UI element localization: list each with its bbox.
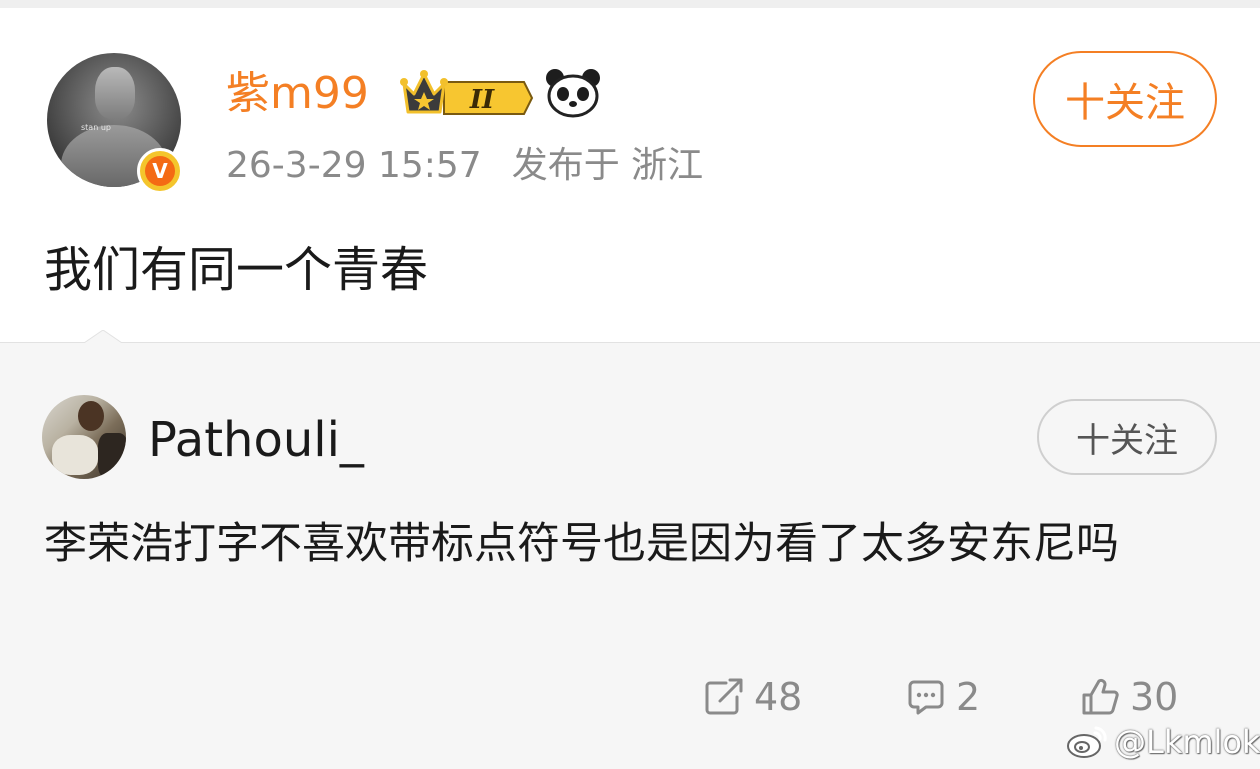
share-button[interactable]: 48 [704,672,802,722]
weibo-logo-icon [1067,726,1107,758]
avatar-shape [98,433,126,479]
post-timestamp: 26-3-29 15:57 [226,145,482,186]
like-button[interactable]: 30 [1080,672,1178,722]
verified-v-icon: V [137,148,183,194]
action-bar: 48 2 30 [0,672,1260,722]
post-content: 我们有同一个青春 [44,242,429,298]
watermark: @Lkmlok [1066,720,1260,764]
follow-button-repost[interactable]: 十关注 [1037,399,1217,475]
avatar-shape [52,435,98,475]
like-count: 30 [1130,675,1179,719]
crown-level-icon: II [400,70,534,115]
share-icon [705,678,743,715]
comment-button[interactable]: 2 [906,672,980,722]
avatar-caption: stan up [81,123,111,132]
avatar-head [95,67,135,119]
repost-author-avatar[interactable] [42,395,126,479]
follow-button-repost-label: 十关注 [1076,420,1178,461]
level-badge-text: II [469,85,495,115]
follow-button-main-label: 十关注 [1065,80,1185,126]
repost-author-username[interactable]: Pathouli_ [148,410,364,470]
comment-count: 2 [956,675,981,719]
verified-v-label: V [145,156,175,186]
avatar-shape [78,401,104,431]
share-count: 48 [754,675,803,719]
post-meta: 26-3-29 15:57 发布于 浙江 [226,144,703,188]
repost-content: 李荣浩打字不喜欢带标点符号也是因为看了太多安东尼吗 [44,519,1119,569]
panda-icon [546,69,600,118]
watermark-text: @Lkmlok [1114,723,1260,761]
like-icon [1082,678,1119,715]
comment-icon [908,680,944,715]
follow-button-main[interactable]: 十关注 [1033,51,1217,147]
top-strip [0,0,1260,8]
repost-notch [84,330,122,356]
author-username[interactable]: 紫m99 [226,66,369,122]
post-location: 发布于 浙江 [511,145,704,186]
